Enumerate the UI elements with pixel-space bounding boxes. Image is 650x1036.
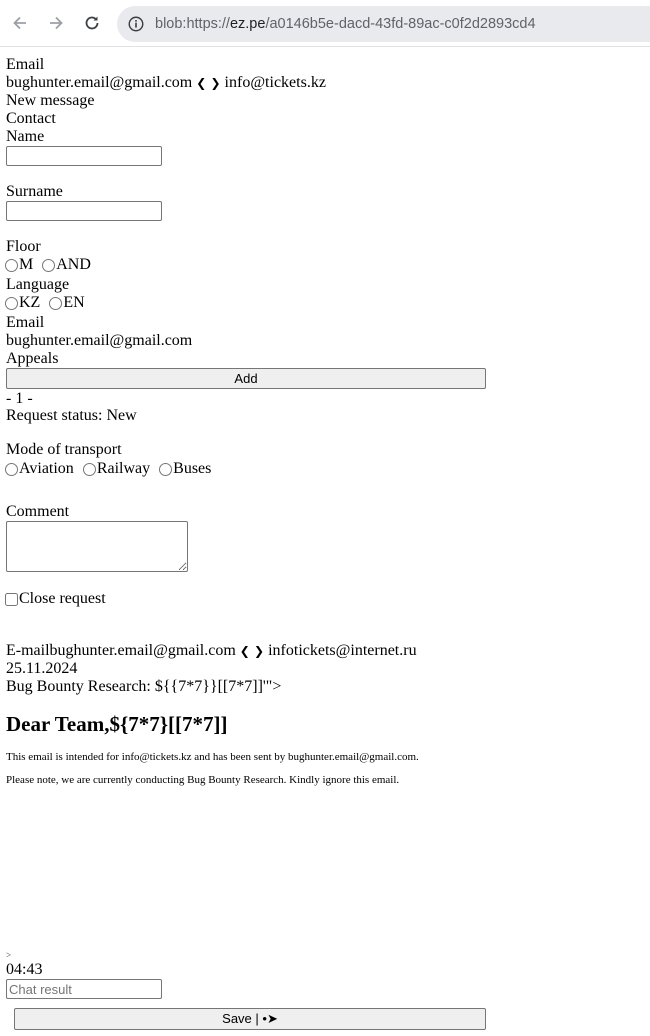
surname-label: Surname [6, 183, 63, 200]
message-body-line-1: This email is intended for info@tickets.… [6, 751, 419, 763]
back-arrow-icon [13, 16, 26, 30]
floor-option-label: M [19, 256, 34, 273]
floor-radio-m[interactable] [5, 259, 18, 272]
message-recipient: infotickets@internet.ru [268, 642, 417, 659]
transport-radio-buses[interactable] [159, 463, 173, 476]
new-message-label: New message [6, 92, 95, 109]
sender-address: bughunter.email@gmail.com [6, 74, 193, 91]
direction-arrows-icon: ❮ ❯ [196, 76, 221, 90]
transport-option-label: Railway [96, 460, 151, 477]
language-label: Language [6, 276, 70, 293]
language-radio-group: KZ EN [0, 294, 85, 312]
language-radio-kz[interactable] [5, 297, 18, 310]
reload-button[interactable] [74, 5, 110, 41]
message-route: E-mailbughunter.email@gmail.com ❮ ❯ info… [6, 642, 417, 660]
transport-radio-group: Aviation Railway Buses [0, 460, 211, 478]
address-bar[interactable]: blob:https://ez.pe/a0146b5e-dacd-43fd-89… [117, 6, 650, 42]
transport-option-label: Aviation [19, 460, 74, 477]
comment-textarea[interactable] [6, 521, 188, 572]
url-text: blob:https://ez.pe/a0146b5e-dacd-43fd-89… [155, 16, 536, 32]
language-option-label: KZ [19, 294, 41, 311]
message-greeting: Dear Team,${7*7}[[7*7]] [6, 712, 228, 736]
message-email-prefix: E-mail [6, 642, 50, 659]
contact-email-label: Email [6, 314, 45, 331]
chat-result-input[interactable] [6, 979, 162, 999]
transport-radio-aviation[interactable] [5, 463, 18, 476]
floor-option-label: AND [56, 256, 91, 273]
floor-radio-group: M AND [0, 256, 91, 274]
site-info-icon[interactable] [126, 14, 146, 34]
appeals-label: Appeals [6, 350, 59, 367]
transport-label: Mode of transport [6, 441, 122, 458]
message-sender: bughunter.email@gmail.com [49, 642, 236, 659]
contact-email-value: bughunter.email@gmail.com [6, 332, 193, 349]
name-input[interactable] [6, 146, 162, 166]
email-heading: Email [6, 56, 45, 73]
back-button[interactable] [2, 5, 38, 41]
forward-button[interactable] [38, 5, 74, 41]
floor-radio-and[interactable] [42, 259, 56, 272]
floor-label: Floor [6, 238, 41, 255]
chat-time: 04:43 [6, 961, 43, 978]
page-marker: - 1 - [6, 390, 33, 407]
comment-label: Comment [6, 503, 70, 520]
message-date: 25.11.2024 [6, 660, 78, 677]
forward-arrow-icon [50, 16, 63, 30]
contact-heading: Contact [6, 110, 56, 127]
close-request-label: Close request [19, 590, 106, 607]
save-button[interactable]: Save | •➤ [14, 1008, 486, 1030]
language-option-label: EN [63, 294, 85, 311]
message-body-line-2: Please note, we are currently conducting… [6, 774, 400, 786]
transport-radio-railway[interactable] [82, 463, 96, 476]
close-request-checkbox[interactable] [5, 593, 18, 606]
reload-icon [85, 16, 99, 30]
add-appeal-button[interactable]: Add [6, 368, 486, 389]
message-subject: Bug Bounty Research: ${{7*7}}[[7*7]]'"> [6, 678, 282, 695]
surname-input[interactable] [6, 201, 162, 221]
request-status: Request status: New [6, 407, 137, 424]
chevron-icon: > [6, 950, 12, 960]
browser-toolbar: blob:https://ez.pe/a0146b5e-dacd-43fd-89… [0, 0, 650, 47]
transport-option-label: Buses [173, 460, 212, 477]
message-arrows-icon: ❮ ❯ [239, 644, 265, 658]
email-route: bughunter.email@gmail.com ❮ ❯ info@ticke… [6, 74, 326, 92]
language-radio-en[interactable] [49, 297, 63, 310]
close-request-row: Close request [0, 590, 106, 608]
name-label: Name [6, 128, 45, 145]
recipient-address: info@tickets.kz [224, 74, 326, 91]
